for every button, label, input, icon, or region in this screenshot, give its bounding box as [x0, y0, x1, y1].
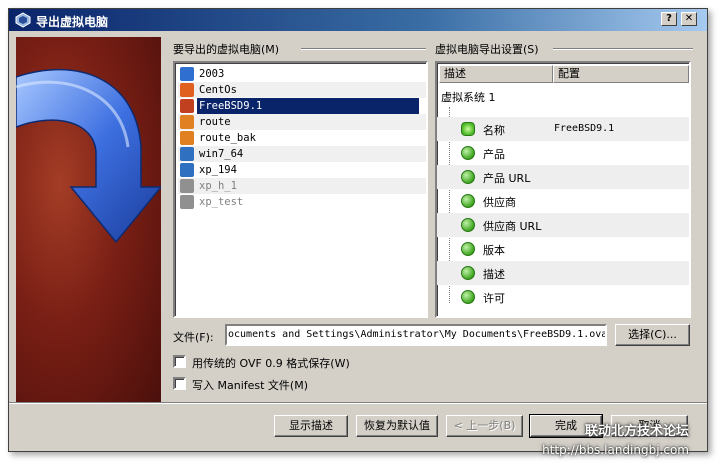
vm-list-item-selected[interactable]: FreeBSD9.1 [178, 97, 426, 115]
export-settings-label: 虚拟电脑导出设置(S) [435, 43, 539, 56]
manifest-label[interactable]: 写入 Manifest 文件(M) [192, 377, 308, 393]
wizard-side-image [16, 37, 161, 403]
vm-list-label: 要导出的虚拟电脑(M) [173, 43, 280, 56]
close-button[interactable]: ✕ [681, 12, 697, 26]
product-url-icon [461, 170, 475, 184]
file-path-input[interactable]: ocuments and Settings\Administrator\My D… [225, 324, 607, 346]
setting-row-version[interactable]: 版本 [437, 237, 689, 261]
vm-list-separator [301, 48, 426, 50]
vm-os-icon [180, 115, 194, 129]
setting-row-product-url[interactable]: 产品 URL [437, 165, 689, 189]
version-icon [461, 242, 475, 256]
column-header-config[interactable]: 配置 [553, 65, 689, 83]
vm-listbox[interactable]: 2003 CentOs FreeBSD9.1 route route_bak w… [173, 61, 428, 318]
export-settings-tree[interactable]: 描述 配置 虚拟系统 1 名称 FreeBSD9.1 产品 产品 URL 供应商 … [435, 61, 691, 318]
manifest-checkbox[interactable] [173, 377, 186, 390]
vm-list-item[interactable]: route [178, 114, 426, 130]
export-arrow-icon [16, 68, 161, 244]
vendor-url-icon [461, 218, 475, 232]
title-bar[interactable]: 导出虚拟电脑 ? ✕ [9, 9, 707, 31]
legacy-ovf-label[interactable]: 用传统的 OVF 0.9 格式保存(W) [192, 355, 350, 371]
setting-row-license[interactable]: 许可 [437, 285, 689, 309]
watermark-url: http://bbs.landingbj.com [542, 443, 689, 457]
restore-defaults-button[interactable]: 恢复为默认值 [356, 415, 438, 437]
vm-os-icon [180, 99, 194, 113]
vm-list-item[interactable]: xp_194 [178, 162, 426, 178]
vm-os-icon [180, 195, 194, 209]
vm-os-icon [180, 131, 194, 145]
vendor-icon [461, 194, 475, 208]
vm-os-icon [180, 83, 194, 97]
product-icon [461, 146, 475, 160]
legacy-ovf-checkbox[interactable] [173, 355, 186, 368]
forum-watermark: 联动北方技术论坛 http://bbs.landingbj.com [542, 423, 689, 459]
help-button[interactable]: ? [661, 12, 677, 26]
watermark-title: 联动北方技术论坛 [584, 424, 689, 439]
choose-file-button[interactable]: 选择(C)... [615, 324, 690, 346]
virtualbox-icon [15, 12, 31, 28]
file-label: 文件(F): [173, 331, 214, 344]
back-button[interactable]: < 上一步(B) [446, 415, 523, 437]
vm-list-item[interactable]: 2003 [178, 66, 426, 82]
setting-row-vendor-url[interactable]: 供应商 URL [437, 213, 689, 237]
setting-row-vendor[interactable]: 供应商 [437, 189, 689, 213]
name-star-icon [461, 122, 475, 136]
window-title: 导出虚拟电脑 [36, 15, 109, 29]
license-icon [461, 290, 475, 304]
setting-row-product[interactable]: 产品 [437, 141, 689, 165]
description-icon [461, 266, 475, 280]
bottom-separator [9, 402, 707, 404]
setting-row-name[interactable]: 名称 FreeBSD9.1 [437, 117, 689, 141]
tree-root-virtual-system[interactable]: 虚拟系统 1 [441, 89, 496, 105]
vm-os-icon [180, 163, 194, 177]
vm-list-item[interactable]: route_bak [178, 130, 426, 146]
vm-list-item[interactable]: CentOs [178, 82, 426, 98]
vm-os-icon [180, 67, 194, 81]
vm-list-item-disabled[interactable]: xp_test [178, 194, 426, 210]
column-header-description[interactable]: 描述 [439, 65, 553, 83]
setting-row-description[interactable]: 描述 [437, 261, 689, 285]
vm-list-item-disabled[interactable]: xp_h_1 [178, 178, 426, 194]
vm-os-icon [180, 179, 194, 193]
show-description-button[interactable]: 显示描述 [274, 415, 348, 437]
export-settings-separator [553, 48, 693, 50]
export-vm-dialog: 导出虚拟电脑 ? ✕ 要导出的虚拟电脑(M) 虚拟电脑导出设置(S) 2003 … [8, 8, 708, 457]
vm-list-item[interactable]: win7_64 [178, 146, 426, 162]
vm-os-icon [180, 147, 194, 161]
